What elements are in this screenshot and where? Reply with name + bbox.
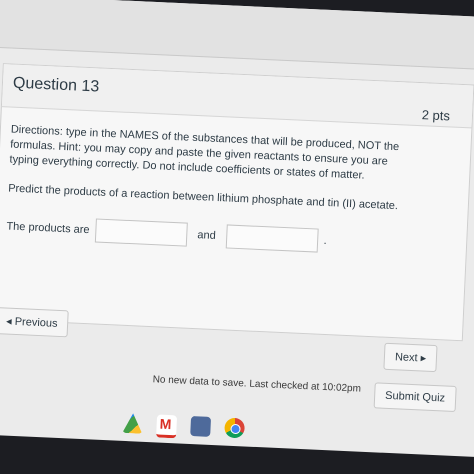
directions-text: Directions: type in the NAMES of the sub… — [9, 123, 400, 182]
next-button[interactable]: Next ▸ — [383, 342, 438, 373]
answer-label: The products are — [6, 220, 90, 237]
question-card: Question 13 2 pts Directions: type in th… — [0, 63, 474, 342]
answer-input-2[interactable] — [225, 224, 319, 253]
question-title: Question 13 — [12, 74, 100, 96]
previous-button[interactable]: ◂ Previous — [0, 307, 70, 338]
submit-quiz-button[interactable]: Submit Quiz — [373, 382, 457, 412]
answer-period: . — [323, 234, 328, 247]
and-label: and — [197, 229, 217, 242]
question-prompt: Predict the products of a reaction betwe… — [7, 182, 399, 213]
taskbar-dock — [122, 413, 246, 442]
question-header: Question 13 2 pts — [1, 64, 474, 129]
gmail-icon[interactable] — [156, 414, 178, 439]
answer-input-1[interactable] — [95, 218, 188, 247]
quiz-screen: Question 13 2 pts Directions: type in th… — [0, 0, 474, 458]
answer-row: The products are and . — [6, 214, 327, 253]
previous-question-area — [0, 0, 474, 71]
autosave-status: No new data to save. Last checked at 10:… — [152, 374, 362, 395]
question-points: 2 pts — [421, 107, 451, 124]
files-icon[interactable] — [190, 416, 212, 437]
drive-icon[interactable] — [122, 413, 143, 434]
chrome-icon[interactable] — [224, 417, 246, 439]
